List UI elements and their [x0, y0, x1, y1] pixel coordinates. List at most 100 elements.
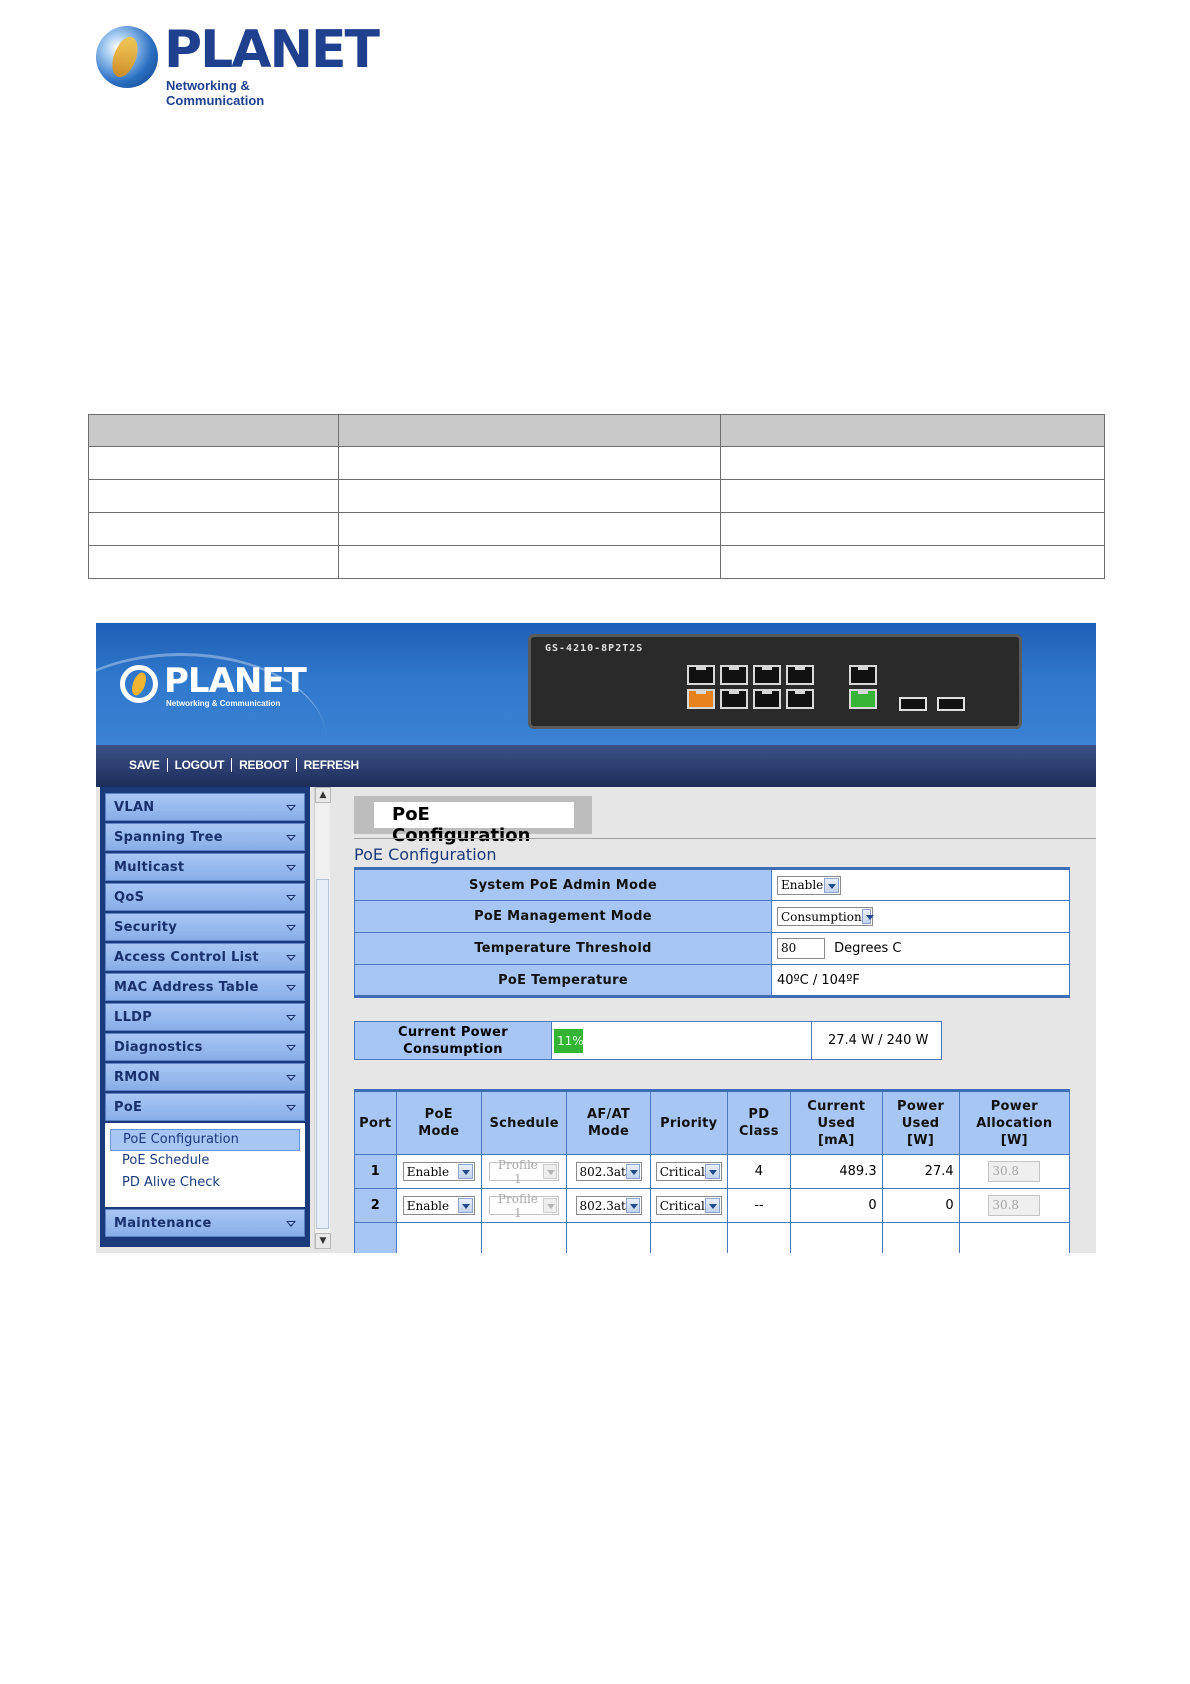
table-row: 2 Enable Profile 1 802.3at Critical -- 0…	[354, 1188, 1071, 1223]
submenu-item-poe-configuration[interactable]: PoE Configuration	[110, 1129, 300, 1151]
chevron-down-icon	[625, 1198, 640, 1213]
section-title: PoE Configuration	[354, 845, 497, 864]
select-value: Profile 1	[497, 1191, 538, 1220]
chevron-down-icon	[286, 925, 296, 931]
save-link[interactable]: SAVE	[122, 758, 167, 772]
admin-mode-select[interactable]: Enable	[777, 875, 841, 895]
select-value: Critical	[659, 1164, 705, 1179]
afat-mode-select[interactable]: 802.3at	[575, 1196, 642, 1215]
poe-mode-select[interactable]: Enable	[402, 1162, 475, 1181]
sidebar-item-mac-address-table[interactable]: MAC Address Table	[105, 973, 305, 1001]
port-icon[interactable]	[753, 689, 781, 709]
planet-logo: PLANET Networking & Communication	[96, 22, 380, 108]
table-cell	[720, 479, 1105, 513]
select-value: Profile 1	[497, 1157, 538, 1186]
table-row: Temperature Threshold 80 Degrees C	[354, 932, 1070, 965]
chevron-down-icon	[286, 835, 296, 841]
col-pd-class: PD Class	[726, 1090, 792, 1155]
sidebar-scrollbar[interactable]: ▲ ▼	[314, 787, 331, 1249]
table-cell	[881, 1222, 960, 1253]
reboot-link[interactable]: REBOOT	[232, 758, 296, 772]
port-icon[interactable]	[720, 665, 748, 685]
table-cell	[649, 1222, 728, 1253]
device-panel: GS-4210-8P2T2S	[528, 634, 1022, 729]
port-icon[interactable]	[786, 689, 814, 709]
col-current-used: Current Used [mA]	[790, 1090, 883, 1155]
col-power-allocation: Power Allocation [W]	[958, 1090, 1071, 1155]
scroll-up-icon[interactable]: ▲	[315, 787, 331, 803]
table-cell	[88, 479, 339, 513]
sidebar-item-multicast[interactable]: Multicast	[105, 853, 305, 881]
refresh-link[interactable]: REFRESH	[297, 758, 366, 772]
sfp-port-icon[interactable]	[937, 697, 965, 711]
device-model: GS-4210-8P2T2S	[545, 643, 644, 654]
sidebar-item-label: Maintenance	[114, 1216, 212, 1231]
scroll-down-icon[interactable]: ▼	[315, 1233, 331, 1249]
port-active-icon[interactable]	[687, 689, 715, 709]
sidebar-item-label: QoS	[114, 890, 145, 905]
sidebar-item-label: Diagnostics	[114, 1040, 203, 1055]
select-value: 802.3at	[579, 1164, 626, 1179]
sidebar-item-security[interactable]: Security	[105, 913, 305, 941]
sidebar-item-label: MAC Address Table	[114, 980, 259, 995]
port-icon[interactable]	[753, 665, 781, 685]
port-icon[interactable]	[786, 665, 814, 685]
schedule-cell: Profile 1	[480, 1188, 568, 1223]
sidebar-nav: VLAN Spanning Tree Multicast QoS Securit…	[100, 787, 310, 1247]
header-logo: PLANET Networking & Communication	[120, 661, 307, 711]
col-power-used: Power Used [W]	[881, 1090, 960, 1155]
temperature-threshold-label: Temperature Threshold	[354, 932, 772, 965]
sidebar-item-maintenance[interactable]: Maintenance	[105, 1209, 305, 1237]
power-watts: 27.4 W / 240 W	[811, 1021, 942, 1060]
table-row: Current Power Consumption 11% 27.4 W / 2…	[354, 1021, 942, 1060]
afat-mode-cell: 802.3at	[566, 1154, 651, 1189]
management-mode-label: PoE Management Mode	[354, 900, 772, 933]
temperature-threshold-input[interactable]: 80	[777, 938, 825, 959]
port-link-icon[interactable]	[849, 689, 877, 709]
sidebar-item-qos[interactable]: QoS	[105, 883, 305, 911]
chevron-down-icon	[542, 1164, 558, 1179]
sidebar-item-label: Access Control List	[114, 950, 259, 965]
management-mode-select[interactable]: Consumption	[777, 907, 875, 926]
table-row	[88, 479, 1105, 513]
sfp-port-icon[interactable]	[899, 697, 927, 711]
sidebar-item-label: PoE	[114, 1100, 143, 1115]
priority-select[interactable]: Critical	[655, 1162, 722, 1181]
sidebar-item-lldp[interactable]: LLDP	[105, 1003, 305, 1031]
power-used-value: 0	[881, 1188, 960, 1223]
port-icon[interactable]	[849, 665, 877, 685]
scroll-thumb[interactable]	[316, 879, 329, 1229]
sidebar-item-access-control-list[interactable]: Access Control List	[105, 943, 305, 971]
management-mode-cell: Consumption	[771, 900, 1070, 933]
sidebar-item-label: Spanning Tree	[114, 830, 223, 845]
sidebar-item-poe[interactable]: PoE	[105, 1093, 305, 1121]
sidebar-item-spanning-tree[interactable]: Spanning Tree	[105, 823, 305, 851]
poe-submenu: PoE Configuration PoE Schedule PD Alive …	[105, 1123, 305, 1207]
port-icon[interactable]	[720, 689, 748, 709]
power-progress-bar: 11%	[554, 1028, 809, 1053]
poe-mode-select[interactable]: Enable	[402, 1196, 475, 1215]
sidebar-item-diagnostics[interactable]: Diagnostics	[105, 1033, 305, 1061]
chevron-down-icon	[286, 1075, 296, 1081]
admin-mode-cell: Enable	[771, 868, 1070, 901]
afat-mode-select[interactable]: 802.3at	[575, 1162, 642, 1181]
table-header-cell	[720, 414, 1105, 447]
port-icon[interactable]	[687, 665, 715, 685]
chevron-down-icon	[704, 1198, 720, 1213]
sidebar-item-vlan[interactable]: VLAN	[105, 793, 305, 821]
priority-select[interactable]: Critical	[655, 1196, 722, 1215]
sidebar-item-label: RMON	[114, 1070, 161, 1085]
table-header-row: Port PoE Mode Schedule AF/AT Mode Priori…	[354, 1090, 1071, 1155]
sidebar-item-rmon[interactable]: RMON	[105, 1063, 305, 1091]
chevron-down-icon	[704, 1164, 720, 1179]
poe-mode-cell: Enable	[395, 1188, 482, 1223]
sidebar-item-label: VLAN	[114, 800, 155, 815]
pd-class-value: 4	[726, 1154, 792, 1189]
table-cell	[337, 446, 722, 480]
logout-link[interactable]: LOGOUT	[168, 758, 232, 772]
submenu-item-pd-alive-check[interactable]: PD Alive Check	[110, 1173, 300, 1195]
submenu-item-poe-schedule[interactable]: PoE Schedule	[110, 1151, 300, 1173]
table-header-row	[88, 414, 1105, 447]
table-cell	[337, 512, 722, 546]
schedule-select: Profile 1	[489, 1192, 560, 1220]
